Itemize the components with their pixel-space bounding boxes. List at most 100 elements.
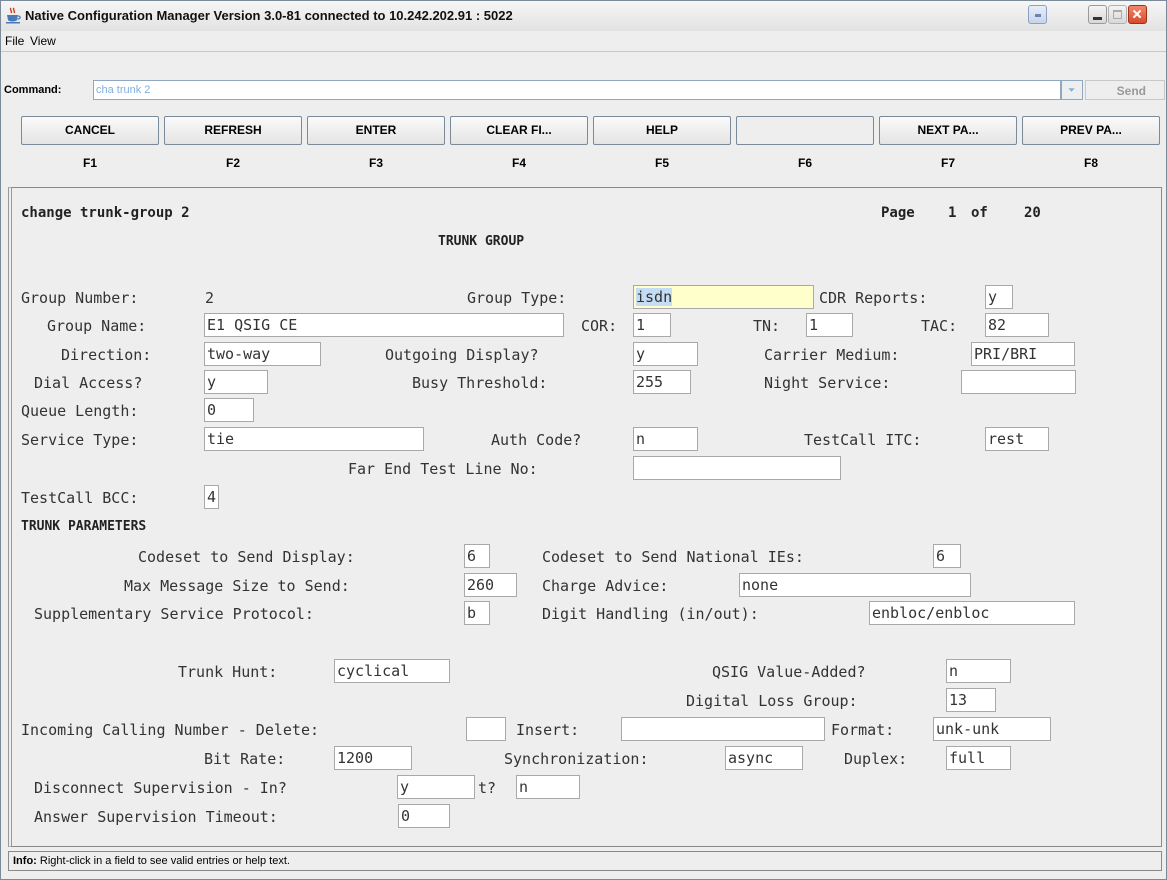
fkey-label-f5: F5 (654, 156, 669, 170)
group-name-field[interactable]: E1 QSIG CE (204, 313, 564, 337)
outgoing-display-label: Outgoing Display? (385, 346, 539, 364)
cdr-reports-label: CDR Reports: (819, 289, 928, 307)
cor-field[interactable]: 1 (633, 313, 671, 337)
menu-view[interactable]: View (30, 34, 56, 48)
disconnect-in-field[interactable]: y (397, 775, 475, 799)
max-message-size-field[interactable]: 260 (464, 573, 517, 597)
far-end-test-line-label: Far End Test Line No: (348, 460, 538, 478)
next-page-button[interactable]: NEXT PA... (879, 116, 1017, 145)
title-bar: Native Configuration Manager Version 3.0… (1, 1, 1166, 32)
night-service-label: Night Service: (764, 374, 891, 392)
incoming-delete-field[interactable] (466, 717, 506, 741)
group-number-label: Group Number: (21, 289, 139, 307)
direction-label: Direction: (61, 346, 152, 364)
fkey-label-f6: F6 (797, 156, 812, 170)
carrier-medium-label: Carrier Medium: (764, 346, 900, 364)
answer-timeout-field[interactable]: 0 (398, 804, 450, 828)
fkey-label-f2: F2 (225, 156, 240, 170)
bit-rate-label: Bit Rate: (204, 750, 286, 768)
direction-field[interactable]: two-way (204, 342, 321, 366)
tac-label: TAC: (921, 317, 958, 335)
qsig-value-added-field[interactable]: n (946, 659, 1011, 683)
enter-button[interactable]: ENTER (307, 116, 445, 145)
fkey-label-f3: F3 (368, 156, 383, 170)
incoming-format-field[interactable]: unk-unk (933, 717, 1051, 741)
menu-bar: File View (1, 31, 1166, 52)
digit-handling-field[interactable]: enbloc/enbloc (869, 601, 1075, 625)
answer-timeout-label: Answer Supervision Timeout: (34, 808, 278, 826)
cancel-button[interactable]: CANCEL (21, 116, 159, 145)
busy-threshold-field[interactable]: 255 (633, 370, 691, 394)
dial-access-field[interactable]: y (204, 370, 268, 394)
testcall-bcc-field[interactable]: 4 (204, 485, 219, 509)
supp-service-protocol-field[interactable]: b (464, 601, 490, 625)
group-type-field[interactable]: isdn (633, 285, 814, 309)
page-of: of (971, 205, 988, 221)
codeset-display-label: Codeset to Send Display: (138, 548, 355, 566)
minimize-icon[interactable] (1088, 5, 1107, 24)
charge-advice-field[interactable]: none (739, 573, 971, 597)
refresh-button[interactable]: REFRESH (164, 116, 302, 145)
service-type-label: Service Type: (21, 431, 139, 449)
cor-label: COR: (581, 317, 618, 335)
carrier-medium-field[interactable]: PRI/BRI (971, 342, 1075, 366)
command-dropdown-button[interactable] (1061, 80, 1083, 100)
group-name-label: Group Name: (47, 317, 147, 335)
testcall-bcc-label: TestCall BCC: (21, 489, 139, 507)
trunk-hunt-label: Trunk Hunt: (178, 663, 278, 681)
auth-code-label: Auth Code? (491, 431, 582, 449)
command-input[interactable]: cha trunk 2 (93, 80, 1061, 100)
far-end-test-line-field[interactable] (633, 456, 841, 480)
codeset-national-field[interactable]: 6 (933, 544, 961, 568)
incoming-delete-label: Incoming Calling Number - Delete: (21, 721, 320, 739)
dial-access-label: Dial Access? (34, 374, 143, 392)
codeset-display-field[interactable]: 6 (464, 544, 490, 568)
digital-loss-group-label: Digital Loss Group: (686, 692, 858, 710)
night-service-field[interactable] (961, 370, 1076, 394)
digital-loss-group-field[interactable]: 13 (946, 688, 996, 712)
page-total: 20 (1024, 205, 1041, 221)
tn-label: TN: (753, 317, 781, 335)
tac-field[interactable]: 82 (985, 313, 1049, 337)
fkey-label-f8: F8 (1083, 156, 1098, 170)
prev-page-button[interactable]: PREV PA... (1022, 116, 1160, 145)
page-current: 1 (948, 205, 957, 221)
auth-code-field[interactable]: n (633, 427, 698, 451)
maximize-icon[interactable] (1108, 5, 1127, 24)
special-icon[interactable] (1028, 5, 1047, 24)
disconnect-out-field[interactable]: n (516, 775, 580, 799)
fkey-label-f1: F1 (82, 156, 97, 170)
codeset-national-label: Codeset to Send National IEs: (542, 548, 804, 566)
service-type-field[interactable]: tie (204, 427, 424, 451)
supp-service-protocol-label: Supplementary Service Protocol: (34, 605, 314, 623)
cdr-reports-field[interactable]: y (985, 285, 1013, 309)
charge-advice-label: Charge Advice: (542, 577, 669, 595)
send-button[interactable]: Send (1085, 80, 1165, 100)
info-text: Right-click in a field to see valid entr… (39, 855, 290, 867)
qsig-value-added-label: QSIG Value-Added? (712, 663, 866, 681)
command-label: Command: (4, 84, 62, 96)
java-cup-icon (6, 7, 21, 24)
fkey-label-f7: F7 (940, 156, 955, 170)
window-title: Native Configuration Manager Version 3.0… (25, 8, 513, 23)
testcall-itc-field[interactable]: rest (985, 427, 1049, 451)
page-label: Page (881, 205, 915, 221)
menu-file[interactable]: File (5, 34, 24, 48)
help-button[interactable]: HELP (593, 116, 731, 145)
tn-field[interactable]: 1 (806, 313, 853, 337)
group-number-value: 2 (205, 289, 215, 307)
outgoing-display-field[interactable]: y (633, 342, 698, 366)
synchronization-label: Synchronization: (504, 750, 649, 768)
clear-fields-button[interactable]: CLEAR FI... (450, 116, 588, 145)
duplex-field[interactable]: full (946, 746, 1011, 770)
close-icon[interactable] (1128, 5, 1147, 24)
queue-length-field[interactable]: 0 (204, 398, 254, 422)
trunk-hunt-field[interactable]: cyclical (334, 659, 450, 683)
max-message-size-label: Max Message Size to Send: (124, 577, 350, 595)
incoming-insert-field[interactable] (621, 717, 825, 741)
synchronization-field[interactable]: async (725, 746, 803, 770)
f6-button[interactable] (736, 116, 874, 145)
queue-length-label: Queue Length: (21, 402, 139, 420)
bit-rate-field[interactable]: 1200 (334, 746, 412, 770)
form-title: TRUNK GROUP (438, 234, 525, 249)
